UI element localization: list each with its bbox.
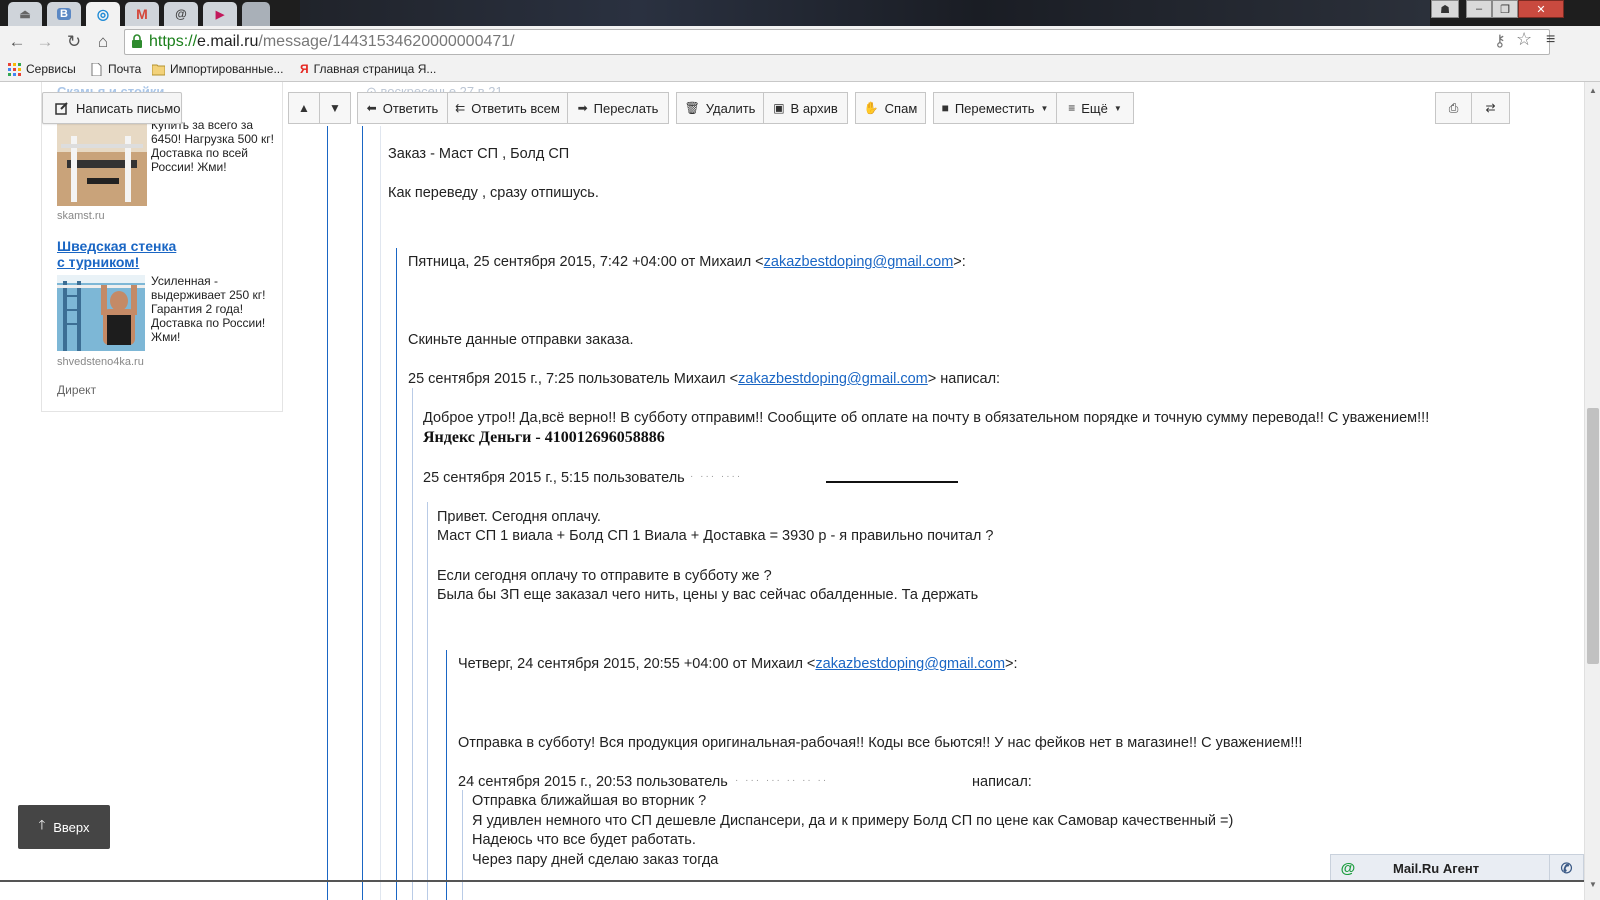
scanner-icon: ⏏ xyxy=(19,7,31,21)
folder-icon xyxy=(152,64,165,75)
yandex-money-line: Яндекс Деньги - 410012696058886 xyxy=(423,429,665,446)
message-text: Отправка в субботу! Вся продукция оригин… xyxy=(458,735,1303,751)
gmail-icon: M xyxy=(136,6,148,22)
mailru-icon: ◎ xyxy=(96,5,110,22)
bookmark-services[interactable]: Сервисы xyxy=(8,62,76,76)
quote-header: написал: xyxy=(972,774,1032,790)
quote-header-text: 25 сентября 2015 г., 7:25 пользователь М… xyxy=(408,371,739,387)
lock-icon xyxy=(132,34,142,48)
tab-scanner[interactable]: ⏏ xyxy=(8,2,42,26)
tab-vk[interactable]: B xyxy=(47,2,81,26)
message-text: Доброе утро!! Да,всё верно!! В субботу о… xyxy=(423,410,1430,426)
browser-toolbar: ← → ↻ ⌂ https://e.mail.ru/message/144315… xyxy=(0,26,1600,58)
scroll-down-arrow-icon[interactable]: ▼ xyxy=(1585,876,1600,892)
desktop-background xyxy=(300,0,1430,26)
message-text: Заказ - Маст СП , Болд СП xyxy=(388,146,570,162)
yandex-icon: Я xyxy=(300,62,309,76)
bookmark-label: Главная страница Я... xyxy=(313,62,437,76)
mail-page: Скамья и стойки Купить за всего за 6450!… xyxy=(0,82,1584,900)
vk-icon: B xyxy=(57,8,71,20)
quote-header-text: > написал: xyxy=(927,371,1001,387)
message-text: Была бы ЗП еще заказал чего нить, цены у… xyxy=(437,587,979,603)
browser-tab-strip: ⏏ B ◎ M @ ▶ ☗ – ❐ ✕ xyxy=(0,0,1600,26)
message-text: Надеюсь что все будет работать. xyxy=(472,832,696,848)
sender-email-link[interactable]: zakazbestdoping@gmail.com xyxy=(738,371,928,387)
redacted-area xyxy=(826,481,958,483)
bookmark-mail[interactable]: Почта xyxy=(90,62,141,76)
redacted-area: · ··· ··· ·· ·· ·· xyxy=(735,775,829,786)
sender-email-link[interactable]: zakazbestdoping@gmail.com xyxy=(764,254,954,270)
new-tab-button[interactable] xyxy=(242,2,270,26)
bookmark-label: Импортированные... xyxy=(170,62,284,76)
forward-icon[interactable]: → xyxy=(34,31,56,53)
tab-mailru[interactable]: ◎ xyxy=(86,2,120,26)
message-text: Привет. Сегодня оплачу. xyxy=(437,509,601,525)
reload-icon[interactable]: ↻ xyxy=(63,31,85,53)
menu-icon[interactable]: ≡ xyxy=(1546,31,1555,49)
url-path: /message/14431534620000000471/ xyxy=(258,33,515,50)
message-text: Как переведу , сразу отпишусь. xyxy=(388,185,599,201)
quote-line xyxy=(327,126,328,900)
phone-icon[interactable]: ✆ xyxy=(1549,855,1583,881)
bookmark-yandex[interactable]: Я Главная страница Я... xyxy=(300,62,436,76)
arrow-up-icon: 🡑 xyxy=(38,817,46,832)
message-text: Маст СП 1 виала + Болд СП 1 Виала + Дост… xyxy=(437,528,994,544)
quote-line xyxy=(427,502,428,900)
maximize-button[interactable]: ❐ xyxy=(1492,0,1518,18)
message-text: Я удивлен немного что СП дешевле Диспанс… xyxy=(472,813,1234,829)
bookmark-folder-imported[interactable]: Импортированные... xyxy=(152,62,283,76)
minimize-button[interactable]: – xyxy=(1466,0,1492,18)
url-protocol: https:// xyxy=(149,33,198,50)
url-host: e.mail.ru xyxy=(197,33,259,50)
quote-line xyxy=(446,650,447,900)
message-text: Отправка ближайшая во вторник ? xyxy=(472,793,707,809)
tab-mail-at[interactable]: @ xyxy=(164,2,198,26)
quote-header: 25 сентября 2015 г., 5:15 пользователь xyxy=(423,470,685,486)
sender-email-link[interactable]: zakazbestdoping@gmail.com xyxy=(815,656,1005,672)
quote-line xyxy=(412,388,413,900)
tab-video[interactable]: ▶ xyxy=(203,2,237,26)
quote-line xyxy=(380,126,381,900)
back-icon[interactable]: ← xyxy=(6,31,28,53)
quote-header: 24 сентября 2015 г., 20:53 пользователь xyxy=(458,774,728,790)
message-text: Через пару дней сделаю заказ тогда xyxy=(472,852,719,868)
agent-label: Mail.Ru Агент xyxy=(1393,860,1480,876)
message-text: Скиньте данные отправки заказа. xyxy=(408,332,634,348)
quote-header-text: Пятница, 25 сентября 2015, 7:42 +04:00 о… xyxy=(408,254,764,270)
quote-header-text: >: xyxy=(953,254,966,270)
bookmark-star-icon[interactable]: ☆ xyxy=(1516,29,1532,50)
quote-header: Четверг, 24 сентября 2015, 20:55 +04:00 … xyxy=(458,655,1018,673)
quote-header: 25 сентября 2015 г., 7:25 пользователь М… xyxy=(408,370,1000,388)
quote-header-text: Четверг, 24 сентября 2015, 20:55 +04:00 … xyxy=(458,656,816,672)
quote-line xyxy=(462,790,463,900)
apps-grid-icon xyxy=(8,62,21,76)
agent-at-icon: @ xyxy=(1340,859,1356,877)
tab-gmail[interactable]: M xyxy=(125,2,159,26)
scrollbar-thumb[interactable] xyxy=(1587,408,1599,664)
key-icon[interactable]: ⚷ xyxy=(1494,31,1506,51)
bookmark-label: Почта xyxy=(108,62,142,76)
message-body: Заказ - Маст СП , Болд СП Как переведу ,… xyxy=(0,82,1584,900)
bookmarks-bar: Сервисы Почта Импортированные... Я Главн… xyxy=(0,58,1600,82)
quote-line xyxy=(362,126,363,900)
quote-line xyxy=(396,248,397,900)
at-icon: @ xyxy=(175,7,187,21)
address-bar[interactable]: https://e.mail.ru/message/14431534620000… xyxy=(124,29,1550,55)
scroll-top-button[interactable]: 🡑 Вверх xyxy=(18,805,110,849)
home-icon[interactable]: ⌂ xyxy=(92,31,114,53)
play-icon: ▶ xyxy=(215,8,225,21)
close-window-button[interactable]: ✕ xyxy=(1518,0,1564,18)
mailru-agent-bar[interactable]: @ Mail.Ru Агент ✆ xyxy=(1330,854,1584,882)
user-icon[interactable]: ☗ xyxy=(1431,0,1459,18)
quote-header: Пятница, 25 сентября 2015, 7:42 +04:00 о… xyxy=(408,253,966,271)
page-scrollbar[interactable]: ▲ ▼ xyxy=(1584,82,1600,900)
scroll-top-label: Вверх xyxy=(53,819,90,835)
bookmark-label: Сервисы xyxy=(26,62,76,76)
window-bottom-border xyxy=(0,880,1584,882)
redacted-area: · ··· ···· xyxy=(690,471,743,482)
quote-header-text: >: xyxy=(1005,656,1018,672)
page-icon xyxy=(91,62,102,76)
message-text: Если сегодня оплачу то отправите в суббо… xyxy=(437,568,772,584)
scroll-up-arrow-icon[interactable]: ▲ xyxy=(1585,82,1600,98)
